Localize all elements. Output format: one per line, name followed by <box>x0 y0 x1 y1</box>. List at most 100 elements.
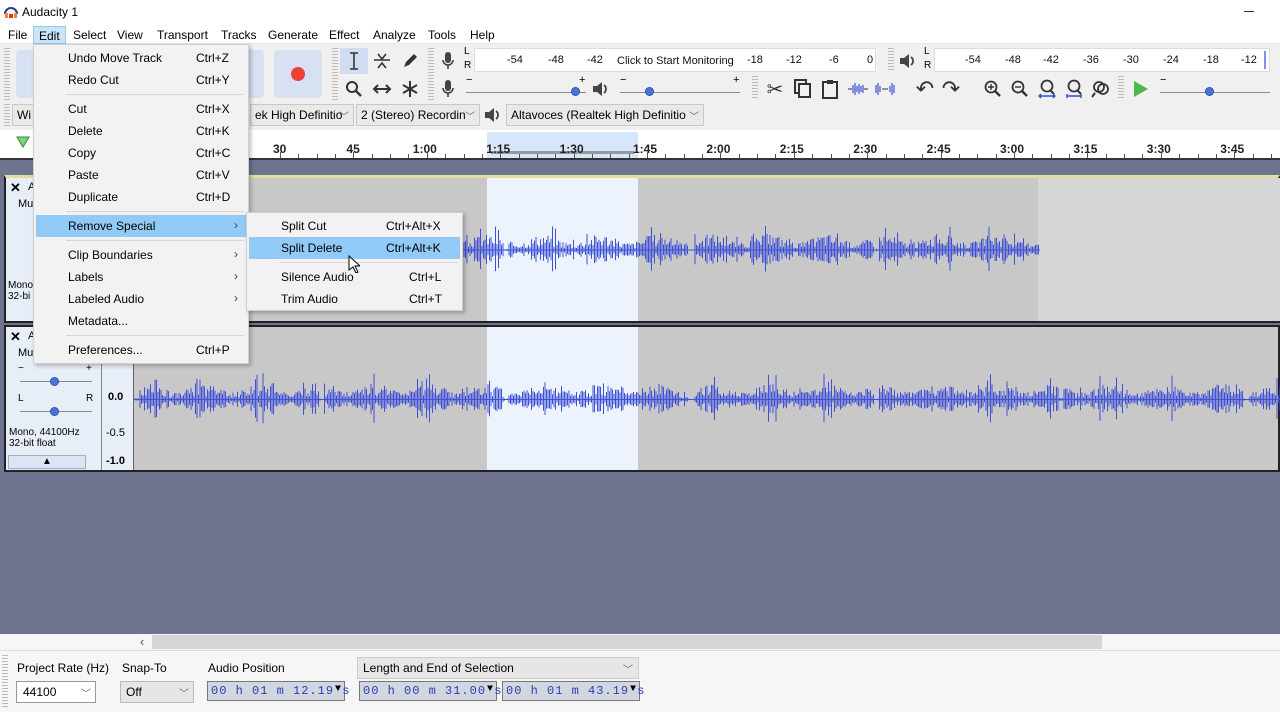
record-volume-slider[interactable] <box>571 87 581 96</box>
zoom-in-icon[interactable] <box>980 76 1006 102</box>
play-speed-slider[interactable] <box>1204 87 1214 96</box>
menu-effect[interactable]: Effect <box>324 26 364 44</box>
close-track-icon[interactable]: ✕ <box>10 329 21 345</box>
fit-selection-icon[interactable] <box>1034 76 1060 102</box>
playback-volume-slider[interactable] <box>645 87 654 96</box>
toolbar-grip[interactable] <box>1118 76 1124 100</box>
cut-icon[interactable]: ✂ <box>762 76 788 102</box>
menu-item-delete[interactable]: Delete Ctrl+K <box>36 120 246 142</box>
dropdown-icon[interactable]: ▼ <box>630 684 637 695</box>
menu-item-trim-audio[interactable]: Trim Audio Ctrl+T <box>249 288 460 310</box>
fit-project-icon[interactable] <box>1061 76 1087 102</box>
redo-icon[interactable]: ↷ <box>938 76 964 102</box>
undo-icon[interactable]: ↶ <box>912 76 938 102</box>
draw-tool-icon[interactable] <box>396 48 424 74</box>
menu-generate[interactable]: Generate <box>263 26 323 44</box>
microphone-icon[interactable] <box>436 48 460 74</box>
selection-mode-select[interactable]: Length and End of Selection ﹀ <box>357 657 639 679</box>
playback-meter[interactable]: -54 -48 -42 -36 -30 -24 -18 -12 <box>934 48 1270 72</box>
menu-item-labeled-audio[interactable]: Labeled Audio › <box>36 288 246 310</box>
paste-icon[interactable] <box>817 76 843 102</box>
copy-icon[interactable] <box>790 76 816 102</box>
scrollbar-thumb[interactable] <box>152 635 1102 649</box>
ruler-tick-mark <box>977 154 979 158</box>
meter-tick: -54 <box>965 54 981 66</box>
toolbar-grip[interactable] <box>752 76 758 100</box>
menu-item-undo[interactable]: Undo Move Track Ctrl+Z <box>36 47 246 69</box>
meter-tick: -30 <box>1123 54 1139 66</box>
silence-icon[interactable] <box>872 76 898 102</box>
minimize-icon[interactable] <box>1244 11 1254 12</box>
monitoring-message[interactable]: Click to Start Monitoring <box>617 55 734 67</box>
meter-peak <box>1264 51 1266 69</box>
recording-channels-select[interactable]: 2 (Stereo) Recordin ﹀ <box>356 104 480 126</box>
meter-tick: -54 <box>507 54 523 66</box>
toolbar-grip[interactable] <box>332 48 338 100</box>
audio-position-field[interactable]: 00 h 01 m 12.19 s ▼ <box>207 681 349 701</box>
close-track-icon[interactable]: ✕ <box>10 180 21 196</box>
menu-tracks[interactable]: Tracks <box>216 26 262 44</box>
project-rate-value: 44100 <box>23 685 57 699</box>
menu-item-labels[interactable]: Labels › <box>36 266 246 288</box>
playback-device-select[interactable]: Altavoces (Realtek High Definitio ﹀ <box>506 104 704 126</box>
pan-slider[interactable] <box>50 407 59 416</box>
dropdown-icon[interactable]: ▼ <box>487 684 494 695</box>
menu-item-preferences[interactable]: Preferences... Ctrl+P <box>36 339 246 361</box>
menu-file[interactable]: File <box>3 26 32 44</box>
menu-item-label: Remove Special <box>68 219 156 233</box>
snap-to-select[interactable]: Off ﹀ <box>120 681 194 703</box>
menu-item-split-cut[interactable]: Split Cut Ctrl+Alt+X <box>249 215 460 237</box>
menu-separator <box>66 335 244 336</box>
menu-tools[interactable]: Tools <box>423 26 461 44</box>
scroll-left-icon[interactable]: ‹ <box>140 634 144 649</box>
dropdown-icon[interactable]: ▼ <box>335 684 342 695</box>
recording-device-select[interactable]: ek High Definitio ﹀ <box>250 104 354 126</box>
play-speed-track <box>1160 92 1270 93</box>
play-at-speed-icon[interactable] <box>1128 76 1154 102</box>
toolbar-grip[interactable] <box>888 48 894 72</box>
ruler-tick-label: 2:00 <box>706 142 731 156</box>
zoom-out-icon[interactable] <box>1007 76 1033 102</box>
mute-button[interactable]: Mu <box>18 198 33 210</box>
menu-item-redo[interactable]: Redo Cut Ctrl+Y <box>36 69 246 91</box>
record-meter[interactable]: -54 -48 -42 Click to Start Monitoring -1… <box>474 48 876 72</box>
mute-button[interactable]: Mu <box>18 347 33 359</box>
ruler-tick-mark <box>830 154 832 158</box>
menu-item-copy[interactable]: Copy Ctrl+C <box>36 142 246 164</box>
envelope-tool-icon[interactable] <box>368 48 396 74</box>
selection-tool-icon[interactable] <box>340 48 368 74</box>
toolbar-grip[interactable] <box>4 48 10 100</box>
meter-tick: -18 <box>747 54 763 66</box>
menu-item-cut[interactable]: Cut Ctrl+X <box>36 98 246 120</box>
zoom-tool-icon[interactable] <box>340 76 368 102</box>
menu-transport[interactable]: Transport <box>152 26 213 44</box>
menu-item-label: Copy <box>68 146 97 160</box>
trim-icon[interactable] <box>845 76 871 102</box>
menu-edit[interactable]: Edit <box>33 26 66 44</box>
menu-select[interactable]: Select <box>68 26 111 44</box>
record-button[interactable] <box>274 50 322 98</box>
selection-length-field[interactable]: 00 h 00 m 31.00 s ▼ <box>359 681 501 701</box>
speaker-icon[interactable] <box>896 48 920 74</box>
selection-end-field[interactable]: 00 h 01 m 43.19 s ▼ <box>502 681 644 701</box>
gain-slider[interactable] <box>50 377 59 386</box>
toolbar-grip[interactable] <box>4 104 10 126</box>
toolbar-grip[interactable] <box>428 48 434 100</box>
menu-item-duplicate[interactable]: Duplicate Ctrl+D <box>36 186 246 208</box>
ruler-tick-mark <box>390 154 392 158</box>
menu-item-paste[interactable]: Paste Ctrl+V <box>36 164 246 186</box>
menu-help[interactable]: Help <box>465 26 500 44</box>
zoom-toggle-icon[interactable] <box>1088 76 1114 102</box>
timeshift-tool-icon[interactable] <box>368 76 396 102</box>
menu-analyze[interactable]: Analyze <box>368 26 421 44</box>
collapse-track-button[interactable]: ▲ <box>8 455 86 469</box>
horizontal-scrollbar[interactable]: ‹ <box>0 634 1280 650</box>
toolbar-grip[interactable] <box>2 655 8 709</box>
menu-item-remove-special[interactable]: Remove Special › <box>36 215 246 237</box>
menu-item-clip-boundaries[interactable]: Clip Boundaries › <box>36 244 246 266</box>
meter-tick: -48 <box>1005 54 1021 66</box>
menu-item-metadata[interactable]: Metadata... <box>36 310 246 332</box>
project-rate-select[interactable]: 44100 ﹀ <box>16 681 96 703</box>
menu-view[interactable]: View <box>112 26 148 44</box>
multi-tool-icon[interactable] <box>396 76 424 102</box>
